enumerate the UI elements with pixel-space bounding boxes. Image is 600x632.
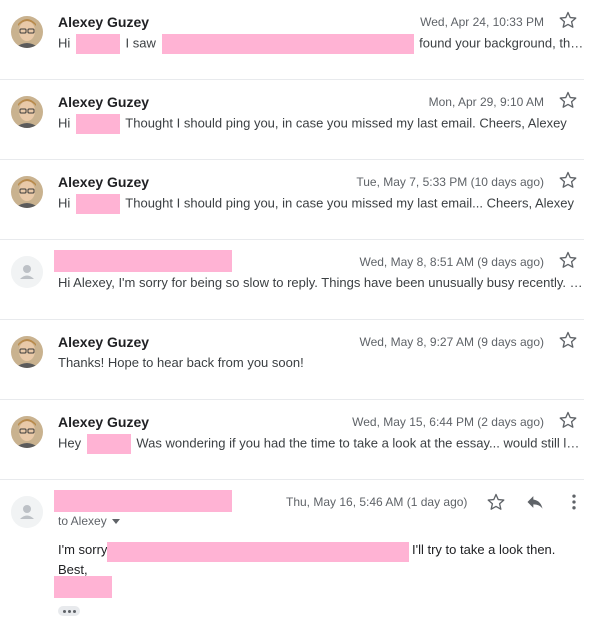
thread-message-2[interactable]: Alexey Guzey Mon, Apr 29, 9:10 AM Hi Tho… xyxy=(0,80,584,160)
snippet-text: Hey xyxy=(58,435,82,451)
avatar-photo-icon xyxy=(11,96,43,128)
recipient-details-toggle[interactable]: to Alexey xyxy=(58,514,120,528)
chevron-down-icon xyxy=(111,519,120,525)
thread-message-6[interactable]: Alexey Guzey Wed, May 15, 6:44 PM (2 day… xyxy=(0,400,584,480)
message-date: Wed, May 8, 8:51 AM (9 days ago) xyxy=(359,255,544,269)
redacted-name xyxy=(75,114,120,134)
message-date: Tue, May 7, 5:33 PM (10 days ago) xyxy=(356,175,544,189)
message-snippet: Thanks! Hope to hear back from you soon! xyxy=(58,355,304,370)
person-icon xyxy=(11,496,43,528)
sender-name: Alexey Guzey xyxy=(58,174,150,190)
star-outline-icon[interactable] xyxy=(558,10,578,30)
snippet-text: Thought I should ping you, in case you m… xyxy=(125,115,567,131)
thread-message-5[interactable]: Alexey Guzey Wed, May 8, 9:27 AM (9 days… xyxy=(0,320,584,400)
message-closing: Best, xyxy=(58,562,88,577)
avatar-photo-icon xyxy=(11,416,43,448)
snippet-text: Was wondering if you had the time to tak… xyxy=(136,435,584,451)
message-date: Wed, May 15, 6:44 PM (2 days ago) xyxy=(352,415,544,429)
redacted-text xyxy=(161,34,414,54)
expanded-message: Thu, May 16, 5:46 AM (1 day ago) to Alex… xyxy=(0,476,600,632)
snippet-text: I saw xyxy=(125,35,156,51)
message-date: Wed, May 8, 9:27 AM (9 days ago) xyxy=(359,335,544,349)
sender-avatar xyxy=(11,496,43,528)
redacted-text xyxy=(107,542,409,562)
star-outline-icon[interactable] xyxy=(486,492,506,512)
sender-avatar xyxy=(11,16,43,48)
snippet-text: Hi xyxy=(58,115,71,131)
message-snippet: Hey Was wondering if you had the time to… xyxy=(58,434,584,454)
sender-name: Alexey Guzey xyxy=(58,334,150,350)
redacted-signature xyxy=(54,576,112,598)
person-icon xyxy=(11,256,43,288)
star-outline-icon[interactable] xyxy=(558,410,578,430)
snippet-text: Thought I should ping you, in case you m… xyxy=(125,195,575,211)
message-body-text: I'm sorry, xyxy=(58,542,111,557)
message-body-text: I'll try to take a look then. xyxy=(412,542,556,557)
sender-avatar xyxy=(11,176,43,208)
message-snippet: Hi Alexey, I'm sorry for being so slow t… xyxy=(58,275,584,290)
message-date: Wed, Apr 24, 10:33 PM xyxy=(420,15,544,29)
avatar-photo-icon xyxy=(11,16,43,48)
message-date: Thu, May 16, 5:46 AM (1 day ago) xyxy=(286,495,468,509)
snippet-text: Hi xyxy=(58,195,71,211)
dot xyxy=(62,609,66,613)
thread-message-1[interactable]: Alexey Guzey Wed, Apr 24, 10:33 PM Hi I … xyxy=(0,0,584,80)
thread-message-3[interactable]: Alexey Guzey Tue, May 7, 5:33 PM (10 day… xyxy=(0,160,584,240)
thread-message-4[interactable]: Wed, May 8, 8:51 AM (9 days ago) Hi Alex… xyxy=(0,240,584,320)
redacted-sender-name xyxy=(54,490,232,512)
message-snippet: Hi Thought I should ping you, in case yo… xyxy=(58,194,584,214)
star-outline-icon[interactable] xyxy=(558,170,578,190)
star-outline-icon[interactable] xyxy=(558,250,578,270)
sender-avatar xyxy=(11,336,43,368)
snippet-text: Hi xyxy=(58,35,71,51)
show-trimmed-content-button[interactable] xyxy=(58,606,80,616)
redacted-sender-name xyxy=(54,250,232,272)
dot xyxy=(72,609,76,613)
avatar-photo-icon xyxy=(11,336,43,368)
star-outline-icon[interactable] xyxy=(558,330,578,350)
sender-avatar xyxy=(11,96,43,128)
more-vert-icon[interactable] xyxy=(564,492,584,512)
message-snippet: Hi I saw found your background, tho... xyxy=(58,34,584,54)
sender-name: Alexey Guzey xyxy=(58,94,150,110)
avatar-photo-icon xyxy=(11,176,43,208)
sender-name: Alexey Guzey xyxy=(58,14,150,30)
star-outline-icon[interactable] xyxy=(558,90,578,110)
recipient-label: to Alexey xyxy=(58,514,107,528)
sender-avatar xyxy=(11,416,43,448)
sender-name: Alexey Guzey xyxy=(58,414,150,430)
message-snippet: Hi Thought I should ping you, in case yo… xyxy=(58,114,584,134)
sender-avatar xyxy=(11,256,43,288)
email-thread: Alexey Guzey Wed, Apr 24, 10:33 PM Hi I … xyxy=(0,0,600,632)
message-date: Mon, Apr 29, 9:10 AM xyxy=(428,95,544,109)
snippet-text: found your background, tho... xyxy=(419,35,584,51)
dot xyxy=(67,609,71,613)
reply-icon[interactable] xyxy=(524,492,546,512)
redacted-name xyxy=(86,434,131,454)
redacted-name xyxy=(75,194,120,214)
redacted-name xyxy=(75,34,120,54)
